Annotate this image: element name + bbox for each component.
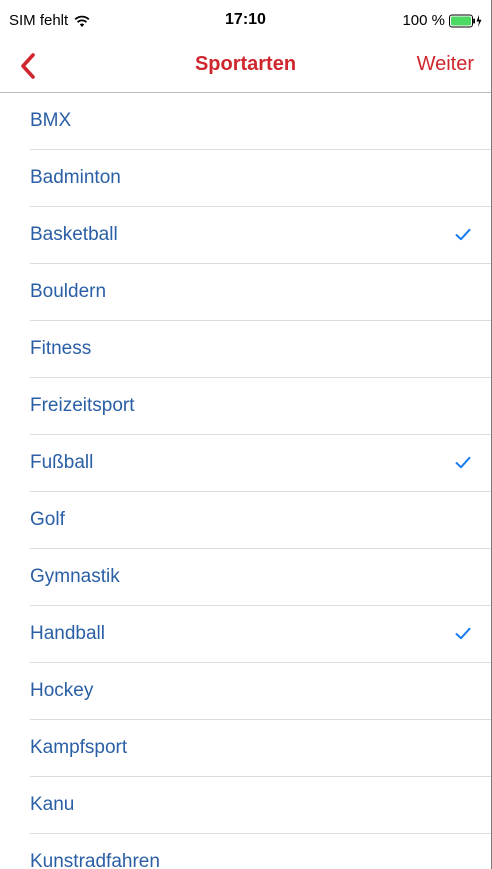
sport-label: Gymnastik <box>30 566 120 587</box>
list-item[interactable]: Fußball <box>0 435 491 492</box>
sport-label: Kanu <box>30 794 75 815</box>
sport-label: Badminton <box>30 167 121 188</box>
list-item[interactable]: Freizeitsport <box>0 378 491 435</box>
sport-label: Fitness <box>30 338 92 359</box>
battery-icon <box>449 14 482 27</box>
list-item[interactable]: Golf <box>0 492 491 549</box>
list-item[interactable]: Basketball <box>0 207 491 264</box>
checkmark-icon <box>455 627 471 640</box>
charging-bolt-icon <box>476 14 482 27</box>
list-item[interactable]: Kampfsport <box>0 720 491 777</box>
next-button[interactable]: Weiter <box>417 53 474 76</box>
list-item[interactable]: Badminton <box>0 150 491 207</box>
checkmark-icon <box>455 456 471 469</box>
status-right: 100 % <box>402 12 483 29</box>
sport-label: BMX <box>30 110 72 131</box>
sport-label: Freizeitsport <box>30 395 135 416</box>
sport-label: Basketball <box>30 224 118 245</box>
sports-list: BMX Badminton Basketball Bouldern Fitness Fre… <box>0 93 491 869</box>
sport-label: Kampfsport <box>30 737 128 758</box>
phone-screen: SIM fehlt 17:10 100 % Sportarten Weiter … <box>0 0 492 869</box>
list-item[interactable]: Fitness <box>0 321 491 378</box>
sport-label: Fußball <box>30 452 94 473</box>
list-item[interactable]: Kanu <box>0 777 491 834</box>
checkmark-icon <box>455 228 471 241</box>
navigation-bar: Sportarten Weiter <box>0 40 491 93</box>
list-item[interactable]: Kunstradfahren <box>0 834 491 869</box>
sport-label: Bouldern <box>30 281 107 302</box>
battery-percent: 100 % <box>402 12 445 29</box>
list-item[interactable]: BMX <box>0 93 491 150</box>
sport-label: Hockey <box>30 680 94 701</box>
list-item[interactable]: Bouldern <box>0 264 491 321</box>
sport-label: Golf <box>30 509 65 530</box>
status-bar: SIM fehlt 17:10 100 % <box>0 0 491 40</box>
list-item[interactable]: Handball <box>0 606 491 663</box>
sport-label: Kunstradfahren <box>30 851 160 869</box>
sport-label: Handball <box>30 623 105 644</box>
list-item[interactable]: Gymnastik <box>0 549 491 606</box>
list-item[interactable]: Hockey <box>0 663 491 720</box>
